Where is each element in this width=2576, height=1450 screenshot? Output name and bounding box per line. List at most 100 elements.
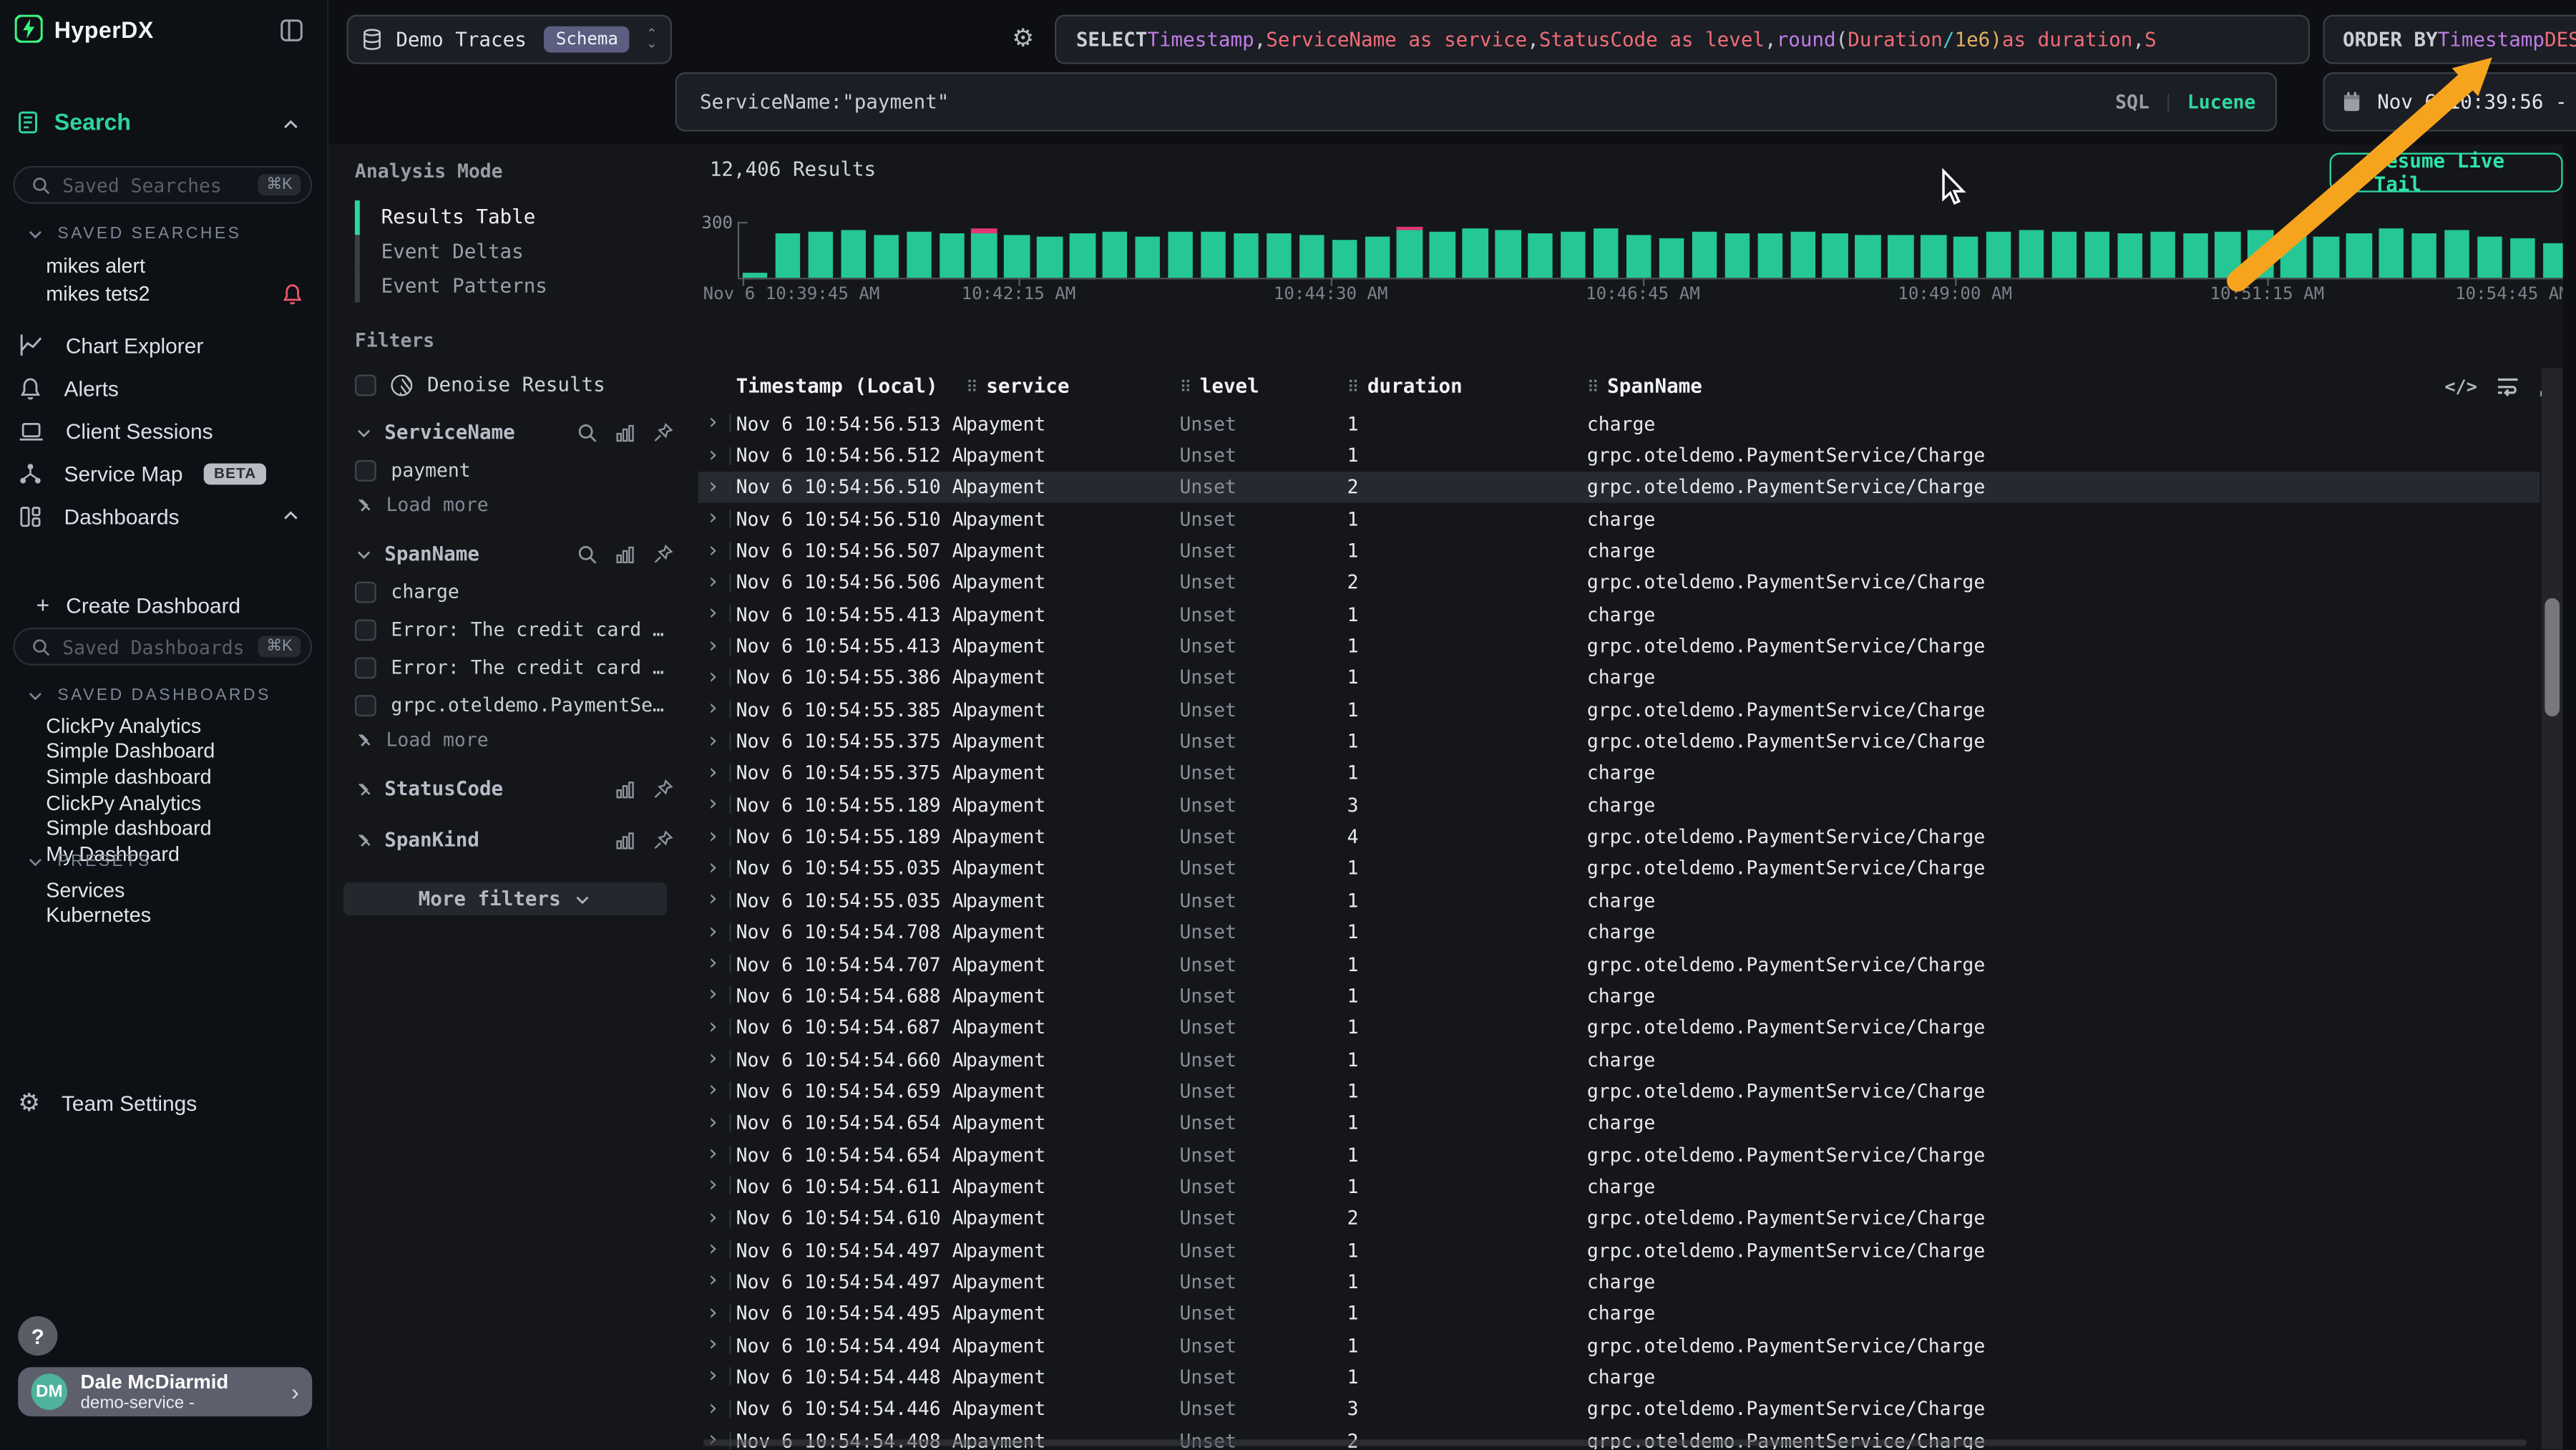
analysis-mode-event-patterns[interactable]: Event Patterns <box>355 268 693 302</box>
analysis-mode-event-deltas[interactable]: Event Deltas <box>355 235 693 268</box>
filter-value-row[interactable]: Error: The credit card … <box>355 653 693 682</box>
sidebar-item-dashboards[interactable]: Dashboards <box>0 500 327 532</box>
histogram-bar[interactable] <box>906 232 931 278</box>
more-filters-button[interactable]: More filters <box>343 882 667 915</box>
table-row[interactable]: ›Nov 6 10:54:55.189 AMpaymentUnset3charg… <box>698 789 2540 820</box>
table-row[interactable]: ›Nov 6 10:54:54.497 AMpaymentUnset1grpc.… <box>698 1234 2540 1265</box>
row-expander-icon[interactable]: › <box>698 666 736 690</box>
histogram-bar[interactable] <box>1757 233 1782 278</box>
row-expander-icon[interactable]: › <box>698 507 736 531</box>
load-more-button[interactable]: Load more <box>355 492 693 518</box>
table-row[interactable]: ›Nov 6 10:54:54.660 AMpaymentUnset1charg… <box>698 1043 2540 1075</box>
table-row[interactable]: ›Nov 6 10:54:54.497 AMpaymentUnset1charg… <box>698 1266 2540 1298</box>
row-expander-icon[interactable]: › <box>698 443 736 467</box>
denoise-checkbox[interactable] <box>355 374 376 395</box>
row-expander-icon[interactable]: › <box>698 1047 736 1071</box>
histogram-bar[interactable] <box>1626 235 1652 278</box>
histogram-bar[interactable] <box>1136 237 1161 278</box>
row-expander-icon[interactable]: › <box>698 1429 736 1450</box>
row-expander-icon[interactable]: › <box>698 697 736 721</box>
table-row[interactable]: ›Nov 6 10:54:54.448 AMpaymentUnset1charg… <box>698 1361 2540 1393</box>
table-row[interactable]: ›Nov 6 10:54:54.688 AMpaymentUnset1charg… <box>698 980 2540 1011</box>
filter-checkbox[interactable] <box>355 656 376 678</box>
histogram-bar[interactable] <box>2248 230 2273 278</box>
filter-checkbox[interactable] <box>355 694 376 716</box>
bar-chart-icon[interactable] <box>615 543 636 565</box>
row-expander-icon[interactable]: › <box>698 951 736 975</box>
table-row[interactable]: ›Nov 6 10:54:56.512 AMpaymentUnset1grpc.… <box>698 439 2540 471</box>
histogram-bar[interactable] <box>1430 232 1455 279</box>
histogram-bar[interactable] <box>1823 233 1848 278</box>
histogram-bar[interactable] <box>1953 237 1979 278</box>
col-duration[interactable]: ⠿duration <box>1347 374 1587 397</box>
analysis-mode-results-table[interactable]: Results Table <box>355 200 693 234</box>
histogram-bar[interactable] <box>2084 233 2109 279</box>
denoise-results-row[interactable]: Denoise Results <box>355 373 693 396</box>
histogram-bar[interactable] <box>1561 232 1586 279</box>
pin-icon[interactable] <box>652 422 673 443</box>
saved-dashboards-heading[interactable]: SAVED DASHBOARDS <box>0 687 271 705</box>
row-expander-icon[interactable]: › <box>698 1396 736 1421</box>
histogram-bar[interactable] <box>1594 228 1619 278</box>
histogram-bar[interactable] <box>2117 233 2142 278</box>
row-expander-icon[interactable]: › <box>698 983 736 1008</box>
table-row[interactable]: ›Nov 6 10:54:54.659 AMpaymentUnset1grpc.… <box>698 1075 2540 1106</box>
search-icon[interactable] <box>577 422 598 443</box>
scrollbar-thumb[interactable] <box>2545 598 2560 716</box>
histogram-bar[interactable] <box>1201 231 1226 278</box>
col-spanname[interactable]: ⠿SpanName <box>1587 374 2540 397</box>
row-expander-icon[interactable]: › <box>698 570 736 594</box>
row-expander-icon[interactable]: › <box>698 1333 736 1357</box>
histogram-bar[interactable] <box>2477 237 2502 279</box>
help-button[interactable]: ? <box>18 1316 57 1356</box>
histogram-bar[interactable] <box>1070 233 1095 278</box>
search-section-title[interactable]: Search <box>16 109 131 135</box>
table-row[interactable]: ›Nov 6 10:54:55.413 AMpaymentUnset1grpc.… <box>698 630 2540 661</box>
histogram-bar[interactable] <box>972 228 997 278</box>
histogram-bar[interactable] <box>1790 231 1815 278</box>
histogram-bar[interactable] <box>1397 226 1423 278</box>
saved-search-item[interactable]: mikes tets2 <box>0 280 327 308</box>
row-expander-icon[interactable]: › <box>698 633 736 658</box>
table-row[interactable]: ›Nov 6 10:54:55.035 AMpaymentUnset1grpc.… <box>698 852 2540 884</box>
table-row[interactable]: ›Nov 6 10:54:54.611 AMpaymentUnset1charg… <box>698 1170 2540 1202</box>
filter-value-row[interactable]: Error: The credit card … <box>355 615 693 644</box>
mode-lucene-toggle[interactable]: Lucene <box>2187 90 2255 113</box>
sidebar-item-team-settings[interactable]: ⚙ Team Settings <box>0 1084 327 1121</box>
bar-chart-icon[interactable] <box>615 422 636 443</box>
saved-search-item[interactable]: mikes alert <box>0 251 327 280</box>
preset-item[interactable]: Services <box>0 877 327 903</box>
results-histogram[interactable] <box>743 222 2570 278</box>
row-expander-icon[interactable]: › <box>698 888 736 913</box>
row-expander-icon[interactable]: › <box>698 1142 736 1167</box>
table-row[interactable]: ›Nov 6 10:54:54.495 AMpaymentUnset1charg… <box>698 1298 2540 1329</box>
histogram-bar[interactable] <box>1463 228 1488 278</box>
histogram-bar[interactable] <box>2313 237 2338 279</box>
histogram-bar[interactable] <box>775 233 800 278</box>
histogram-bar[interactable] <box>1888 234 1913 278</box>
histogram-bar[interactable] <box>2182 233 2207 278</box>
sidebar-item-chart-explorer[interactable]: Chart Explorer <box>0 329 327 361</box>
row-expander-icon[interactable]: › <box>698 1206 736 1230</box>
row-expander-icon[interactable]: › <box>698 920 736 944</box>
table-row[interactable]: ›Nov 6 10:54:55.375 AMpaymentUnset1charg… <box>698 757 2540 789</box>
brand[interactable]: HyperDX <box>15 15 154 43</box>
row-expander-icon[interactable]: › <box>698 1237 736 1262</box>
saved-dashboard-item[interactable]: ClickPy Analytics <box>0 713 327 739</box>
horizontal-scrollbar[interactable] <box>703 1440 2527 1446</box>
saved-dashboard-item[interactable]: ClickPy Analytics <box>0 790 327 816</box>
table-row[interactable]: ›Nov 6 10:54:54.446 AMpaymentUnset3grpc.… <box>698 1393 2540 1424</box>
histogram-bar[interactable] <box>1855 235 1880 278</box>
histogram-bar[interactable] <box>1724 233 1750 278</box>
histogram-bar[interactable] <box>2051 231 2077 278</box>
table-row[interactable]: ›Nov 6 10:54:55.035 AMpaymentUnset1charg… <box>698 885 2540 916</box>
order-by-editor[interactable]: ORDER BY Timestamp DESC <box>2323 15 2576 64</box>
col-timestamp[interactable]: Timestamp (Local) <box>736 374 966 397</box>
table-row[interactable]: ›Nov 6 10:54:54.408 AMpaymentUnset2grpc.… <box>698 1425 2540 1450</box>
bar-chart-icon[interactable] <box>615 778 636 799</box>
histogram-bar[interactable] <box>1365 236 1390 278</box>
histogram-bar[interactable] <box>2379 228 2404 278</box>
drag-handle-icon[interactable]: ⠿ <box>1347 379 1360 397</box>
filter-checkbox[interactable] <box>355 459 376 481</box>
pin-icon[interactable] <box>652 829 673 850</box>
